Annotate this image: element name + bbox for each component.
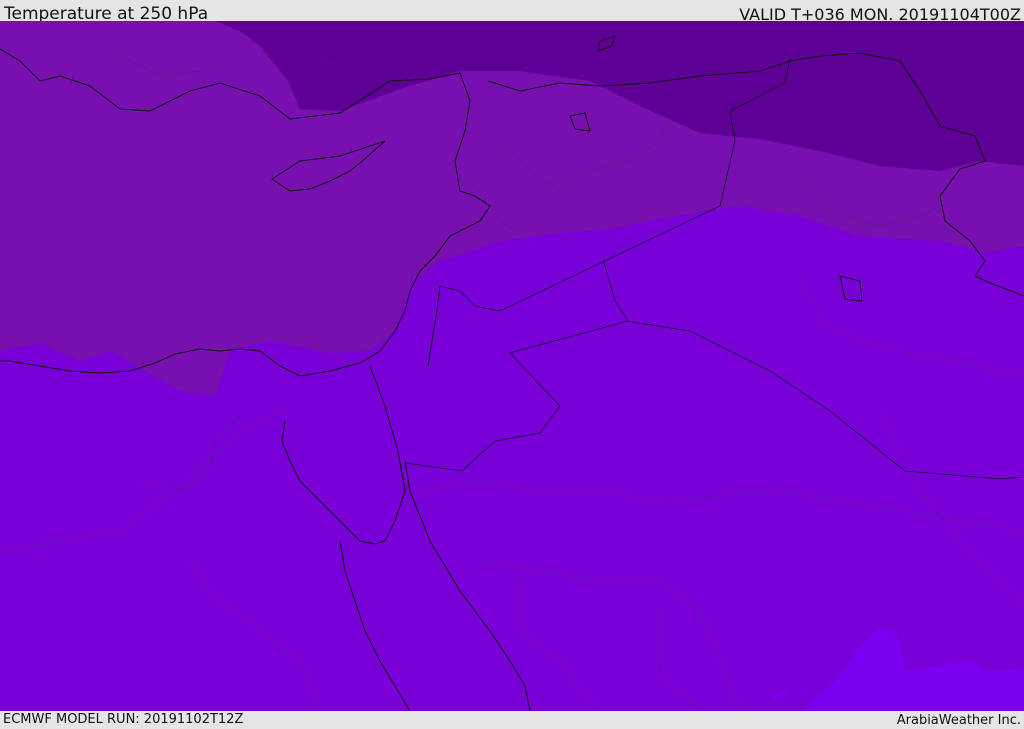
weather-map bbox=[0, 21, 1024, 711]
footer-bar: ECMWF MODEL RUN: 20191102T12Z ArabiaWeat… bbox=[0, 711, 1024, 729]
model-run: ECMWF MODEL RUN: 20191102T12Z bbox=[3, 712, 244, 727]
header-bar: Temperature at 250 hPa VALID T+036 MON. … bbox=[0, 0, 1024, 24]
credit-label: ArabiaWeather Inc. bbox=[896, 713, 1021, 728]
